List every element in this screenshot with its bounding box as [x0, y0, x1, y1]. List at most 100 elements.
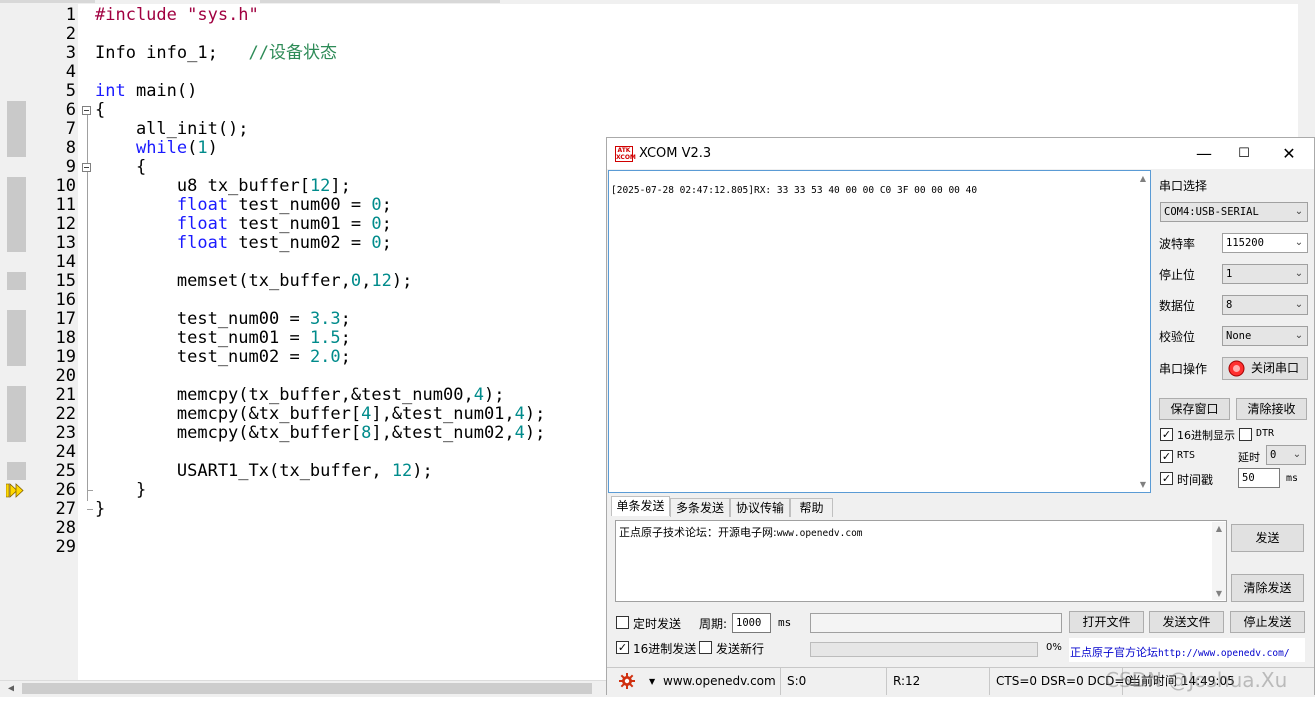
line-number: 27 [55, 499, 76, 519]
code-line[interactable]: float test_num00 = 0; [95, 196, 392, 215]
line-number: 17 [55, 309, 76, 329]
period-unit: ms [778, 616, 792, 629]
rts-label: RTS [1177, 450, 1196, 461]
delay-select[interactable]: 0 ⌄ [1266, 445, 1306, 465]
save-window-button[interactable]: 保存窗口 [1159, 398, 1230, 420]
code-line[interactable]: memset(tx_buffer,0,12); [95, 272, 412, 291]
databits-select[interactable]: 8 ⌄ [1222, 295, 1308, 315]
tab-hint[interactable] [260, 0, 500, 3]
code-line[interactable]: { [95, 101, 105, 120]
scroll-up-icon[interactable]: ▲ [1136, 174, 1150, 183]
code-line[interactable]: USART1_Tx(tx_buffer, 12); [95, 462, 433, 481]
code-token: u8 tx_buffer[ [95, 176, 310, 196]
chevron-down-icon: ⌄ [1294, 237, 1304, 248]
hex-display-checkbox[interactable]: ✓ [1160, 428, 1173, 441]
code-token: float [176, 233, 229, 253]
code-line[interactable]: int main() [95, 82, 197, 101]
receive-scrollbar[interactable]: ▲ ▼ [1136, 172, 1150, 491]
port-open-indicator-icon [1228, 360, 1245, 377]
hex-send-checkbox[interactable]: ✓ [616, 641, 629, 654]
file-path-input[interactable] [810, 613, 1062, 633]
code-token: float [176, 195, 229, 215]
receive-area[interactable]: [2025-07-28 02:47:12.805]RX: 33 33 53 40… [608, 170, 1151, 493]
code-line[interactable]: float test_num01 = 0; [95, 215, 392, 234]
window-title: XCOM V2.3 [639, 146, 712, 161]
editor-tab-strip [0, 0, 1315, 4]
code-line[interactable]: memcpy(&tx_buffer[4],&test_num01,4); [95, 405, 546, 424]
scroll-left-icon[interactable]: ◀ [8, 683, 14, 694]
atk-logo-icon: ATK XCOM [615, 146, 636, 162]
close-port-button[interactable]: 关闭串口 [1222, 357, 1308, 380]
gear-dropdown-icon[interactable]: ▼ [649, 668, 655, 695]
hex-display-label: 16进制显示 [1177, 429, 1235, 442]
line-number: 8 [65, 138, 76, 158]
code-line[interactable]: test_num02 = 2.0; [95, 348, 351, 367]
forum-link[interactable]: 正点原子官方论坛http://www.openedv.com/ [1070, 644, 1290, 660]
code-line[interactable]: memcpy(tx_buffer,&test_num00,4); [95, 385, 505, 405]
open-file-button[interactable]: 打开文件 [1069, 611, 1144, 633]
code-line[interactable]: #include "sys.h" [95, 6, 259, 25]
baud-label: 波特率 [1159, 237, 1196, 251]
xcom-window[interactable]: ATK XCOM XCOM V2.3 — ☐ ✕ [2025-07-28 02:4… [606, 137, 1315, 695]
period-input[interactable]: 1000 [732, 613, 771, 633]
clear-receive-button[interactable]: 清除接收 [1236, 398, 1307, 420]
scroll-thumb[interactable] [22, 683, 592, 694]
code-line[interactable]: memcpy(&tx_buffer[8],&test_num02,4); [95, 423, 546, 443]
code-line[interactable]: float test_num02 = 0; [95, 234, 392, 253]
dtr-checkbox[interactable] [1239, 428, 1252, 441]
tab-hint[interactable] [0, 0, 95, 3]
fold-toggle-icon[interactable] [82, 106, 91, 115]
code-token: main() [125, 81, 198, 101]
code-token: memcpy(&tx_buffer[ [95, 423, 362, 443]
close-button[interactable]: ✕ [1267, 138, 1311, 169]
code-line[interactable]: u8 tx_buffer[12]; [95, 177, 351, 196]
scroll-up-icon[interactable]: ▲ [1212, 524, 1226, 533]
send-progress-bar [810, 642, 1038, 657]
code-token: 0 [350, 271, 362, 291]
code-line[interactable]: all_init(); [95, 120, 249, 139]
scroll-down-icon[interactable]: ▼ [1212, 589, 1226, 598]
tab-help[interactable]: 帮助 [790, 498, 833, 517]
code-token: "sys.h" [187, 5, 259, 25]
status-url[interactable]: www.openedv.com [657, 668, 781, 695]
minimize-button[interactable]: — [1182, 138, 1226, 169]
fold-toggle-icon[interactable] [82, 163, 91, 172]
timestamp-input[interactable]: 50 [1238, 468, 1280, 488]
code-line[interactable]: while(1) [95, 139, 218, 158]
code-line[interactable]: Info info_1; //设备状态 [95, 44, 337, 63]
stopbits-select[interactable]: 1 ⌄ [1222, 264, 1308, 284]
title-bar[interactable]: ATK XCOM XCOM V2.3 — ☐ ✕ [607, 138, 1314, 169]
stop-send-button[interactable]: 停止发送 [1230, 611, 1305, 633]
port-select[interactable]: COM4:USB-SERIAL ⌄ [1160, 202, 1308, 222]
chevron-down-icon: ⌄ [1292, 449, 1302, 460]
tab-single-send[interactable]: 单条发送 [611, 496, 670, 516]
send-scrollbar[interactable]: ▲ ▼ [1212, 522, 1226, 600]
code-token: memcpy(tx_buffer,&test_num00, [95, 385, 474, 405]
scroll-down-icon[interactable]: ▼ [1136, 480, 1150, 489]
tab-multi-send[interactable]: 多条发送 [670, 498, 730, 517]
clear-send-button[interactable]: 清除发送 [1231, 574, 1304, 602]
forum-link-box[interactable]: 正点原子官方论坛http://www.openedv.com/ [1069, 638, 1305, 662]
parity-select[interactable]: None ⌄ [1222, 326, 1308, 346]
code-line[interactable]: test_num00 = 3.3; [95, 310, 351, 329]
code-token: test_num00 = [95, 309, 310, 329]
timed-send-checkbox[interactable] [616, 616, 629, 629]
gear-icon[interactable] [619, 673, 635, 689]
send-button[interactable]: 发送 [1231, 524, 1304, 552]
code-token: test_num02 = [228, 233, 372, 253]
baud-select[interactable]: 115200 ⌄ [1222, 233, 1308, 253]
code-line[interactable]: } [95, 481, 146, 500]
code-line[interactable]: test_num01 = 1.5; [95, 329, 351, 348]
send-newline-checkbox[interactable] [699, 641, 712, 654]
code-token: while [135, 138, 188, 158]
send-file-button[interactable]: 发送文件 [1149, 611, 1224, 633]
rts-checkbox[interactable]: ✓ [1160, 450, 1173, 463]
code-line[interactable]: { [95, 158, 146, 177]
timestamp-checkbox[interactable]: ✓ [1160, 472, 1173, 485]
code-line[interactable]: } [95, 500, 105, 519]
tab-protocol[interactable]: 协议传输 [730, 498, 790, 517]
send-input[interactable]: 正点原子技术论坛：开源电子网:www.openedv.com ▲ ▼ [615, 520, 1227, 602]
maximize-button[interactable]: ☐ [1222, 138, 1266, 169]
code-token: USART1_Tx(tx_buffer, [95, 461, 392, 481]
